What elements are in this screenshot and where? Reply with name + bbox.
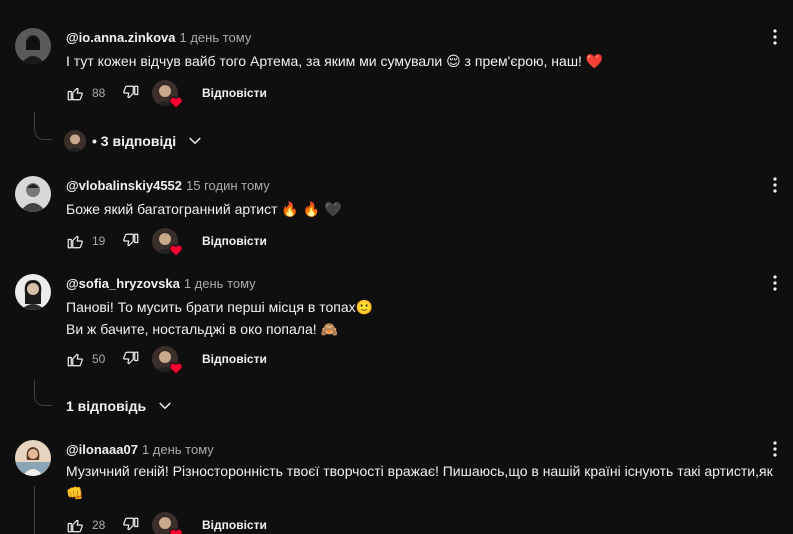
avatar xyxy=(64,130,86,152)
reply-button[interactable]: Відповісти xyxy=(202,86,267,100)
more-vert-icon[interactable] xyxy=(766,28,784,46)
comment-text-line: 👊 xyxy=(66,485,84,501)
comment-header: @io.anna.zinkova 1 день тому xyxy=(66,30,251,45)
like-count: 88 xyxy=(92,86,106,100)
reply-button[interactable]: Відповісти xyxy=(202,234,267,248)
comment-header: @sofia_hryzovska 1 день тому xyxy=(66,276,256,291)
reply-button[interactable]: Відповісти xyxy=(202,352,267,366)
comment-text: Боже який багатогранний артист 🔥 🔥 🖤 xyxy=(66,198,791,220)
comment-text-line: Боже який багатогранний артист 🔥 🔥 🖤 xyxy=(66,201,342,217)
avatar[interactable] xyxy=(15,274,51,310)
like-count: 28 xyxy=(92,518,106,532)
comment-text: Музичний геній! Різносторонність твоєї т… xyxy=(66,460,791,504)
comment-header: @ilonaaa07 1 день тому xyxy=(66,442,214,457)
thumbs-up-icon[interactable] xyxy=(66,232,84,250)
creator-heart-badge xyxy=(152,346,183,375)
replies-count[interactable]: • 3 відповіді xyxy=(92,133,176,149)
creator-heart-icon xyxy=(169,96,183,109)
comment-author[interactable]: @io.anna.zinkova xyxy=(66,30,175,45)
comment-time[interactable]: 1 день тому xyxy=(142,442,214,457)
comment-time[interactable]: 15 годин тому xyxy=(186,178,270,193)
comment-text-line: Музичний геній! Різносторонність твоєї т… xyxy=(66,463,773,479)
reply-button[interactable]: Відповісти xyxy=(202,518,267,532)
replies-toggle[interactable]: • 3 відповіді xyxy=(64,129,204,153)
comment-text: Панові! То мусить брати перші місця в то… xyxy=(66,296,791,340)
thumbs-down-icon[interactable] xyxy=(122,350,140,368)
avatar[interactable] xyxy=(15,28,51,64)
creator-heart-badge xyxy=(152,228,183,257)
creator-heart-icon xyxy=(169,244,183,257)
comment-text-line: І тут кожен відчув вайб того Артема, за … xyxy=(66,53,604,69)
comment-author[interactable]: @sofia_hryzovska xyxy=(66,276,180,291)
thumbs-up-icon[interactable] xyxy=(66,516,84,534)
thumbs-down-icon[interactable] xyxy=(122,516,140,534)
thread-line xyxy=(34,380,52,406)
thread-line xyxy=(34,486,35,534)
like-count: 19 xyxy=(92,234,106,248)
avatar[interactable] xyxy=(15,440,51,476)
comment-author[interactable]: @ilonaaa07 xyxy=(66,442,138,457)
thumbs-down-icon[interactable] xyxy=(122,84,140,102)
creator-heart-badge xyxy=(152,80,183,109)
chevron-down-icon[interactable] xyxy=(186,132,204,150)
comment-text-line: Панові! То мусить брати перші місця в то… xyxy=(66,299,374,315)
comment-author[interactable]: @vlobalinskiy4552 xyxy=(66,178,182,193)
avatar[interactable] xyxy=(15,176,51,212)
comment-header: @vlobalinskiy4552 15 годин тому xyxy=(66,178,270,193)
thread-line xyxy=(34,112,52,140)
replies-toggle[interactable]: 1 відповідь xyxy=(66,394,174,418)
creator-heart-icon xyxy=(169,528,183,534)
comment-actions: 50 Відповісти xyxy=(66,345,267,375)
creator-heart-badge xyxy=(152,512,183,534)
comment-actions: 19 Відповісти xyxy=(66,227,267,257)
creator-heart-icon xyxy=(169,362,183,375)
thumbs-up-icon[interactable] xyxy=(66,350,84,368)
comment-actions: 28 Відповісти xyxy=(66,511,267,534)
comment-text: І тут кожен відчув вайб того Артема, за … xyxy=(66,50,791,72)
more-vert-icon[interactable] xyxy=(766,274,784,292)
replies-count[interactable]: 1 відповідь xyxy=(66,398,146,414)
thumbs-down-icon[interactable] xyxy=(122,232,140,250)
thumbs-up-icon[interactable] xyxy=(66,84,84,102)
comment-actions: 88 Відповісти xyxy=(66,79,267,109)
like-count: 50 xyxy=(92,352,106,366)
more-vert-icon[interactable] xyxy=(766,440,784,458)
chevron-down-icon[interactable] xyxy=(156,397,174,415)
comment-text-line: Ви ж бачите, ностальджі в око попала! 🙈 xyxy=(66,321,338,337)
comment-time[interactable]: 1 день тому xyxy=(179,30,251,45)
more-vert-icon[interactable] xyxy=(766,176,784,194)
comment-time[interactable]: 1 день тому xyxy=(184,276,256,291)
